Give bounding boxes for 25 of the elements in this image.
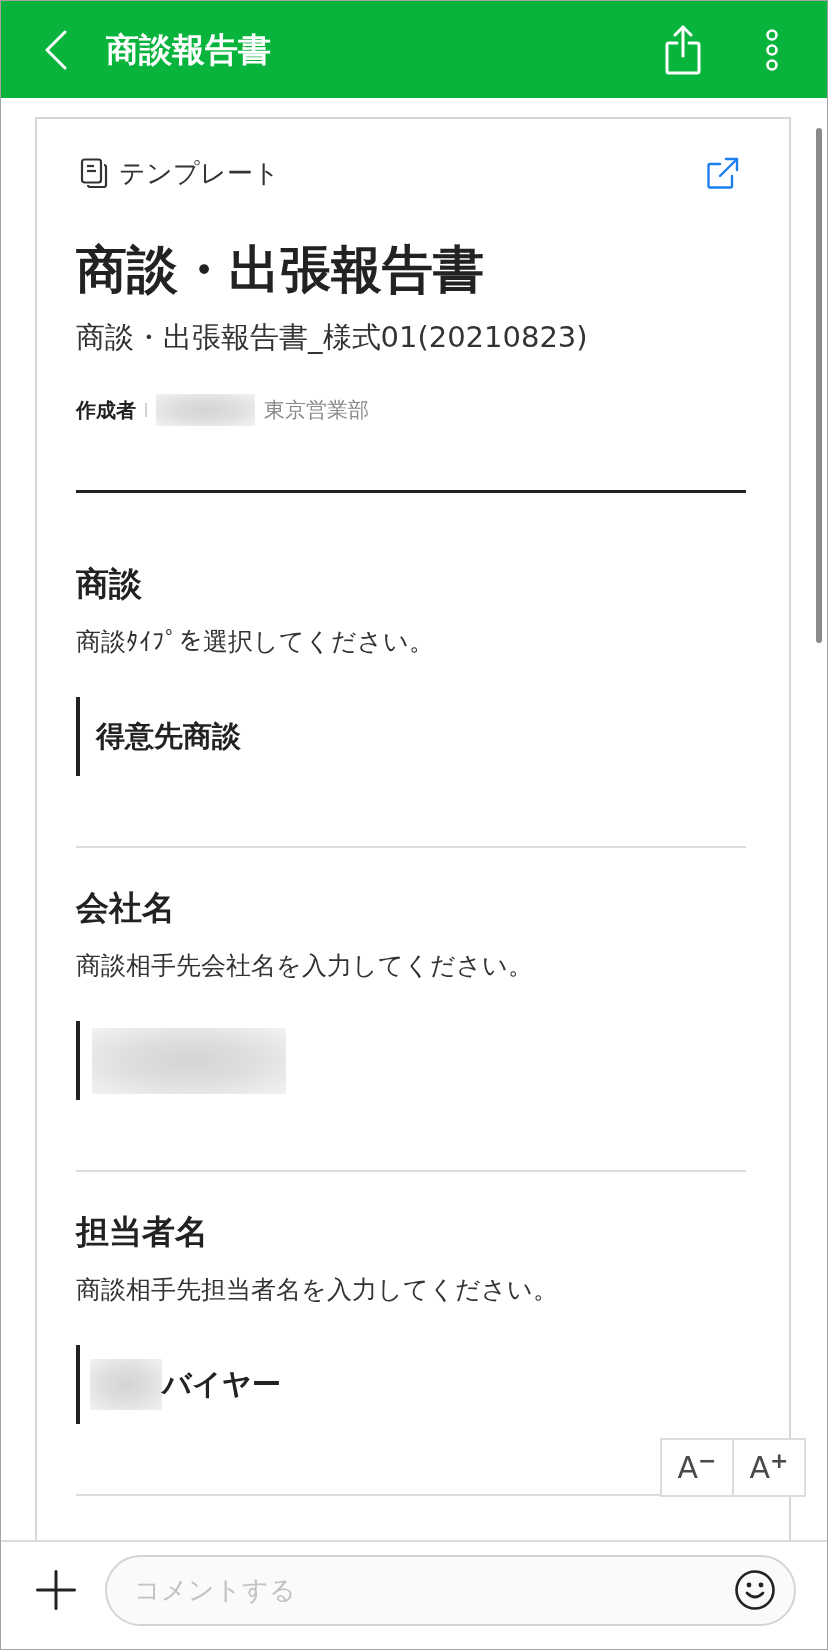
back-icon[interactable] xyxy=(44,29,68,70)
answer-text: バイヤー xyxy=(162,1365,281,1403)
section-heading: 商談 xyxy=(76,564,143,604)
template-label: テンプレート xyxy=(119,157,280,189)
font-increase-button[interactable]: A$^{+}$ xyxy=(732,1438,806,1497)
document-title: 商談・出張報告書 xyxy=(76,240,485,300)
section-description: 商談ﾀｲﾌﾟを選択してください。 xyxy=(76,626,435,658)
document-subtitle: 商談・出張報告書_様式01(20210823) xyxy=(76,319,589,355)
more-icon[interactable] xyxy=(765,28,779,71)
plus-icon[interactable] xyxy=(36,1570,76,1610)
answer-text: 得意先商談 xyxy=(96,717,241,755)
section-description: 商談相手先会社名を入力してください。 xyxy=(76,950,534,982)
font-decrease-button[interactable]: A$^{−}$ xyxy=(660,1438,734,1497)
section-heading: 会社名 xyxy=(76,888,176,928)
author-label: 作成者 xyxy=(76,396,136,424)
page-title: 商談報告書 xyxy=(106,29,272,70)
document-icon xyxy=(80,158,108,188)
author-department: 東京営業部 xyxy=(264,397,369,424)
smiley-icon[interactable] xyxy=(735,1569,775,1610)
blurred-block xyxy=(90,1359,162,1410)
comment-field[interactable]: コメントする xyxy=(105,1554,796,1626)
external-link-icon[interactable] xyxy=(707,157,739,189)
section-heading: 担当者名 xyxy=(76,1212,209,1252)
section-description: 商談相手先担当者名を入力してください。 xyxy=(76,1274,559,1306)
share-icon[interactable] xyxy=(665,24,701,75)
